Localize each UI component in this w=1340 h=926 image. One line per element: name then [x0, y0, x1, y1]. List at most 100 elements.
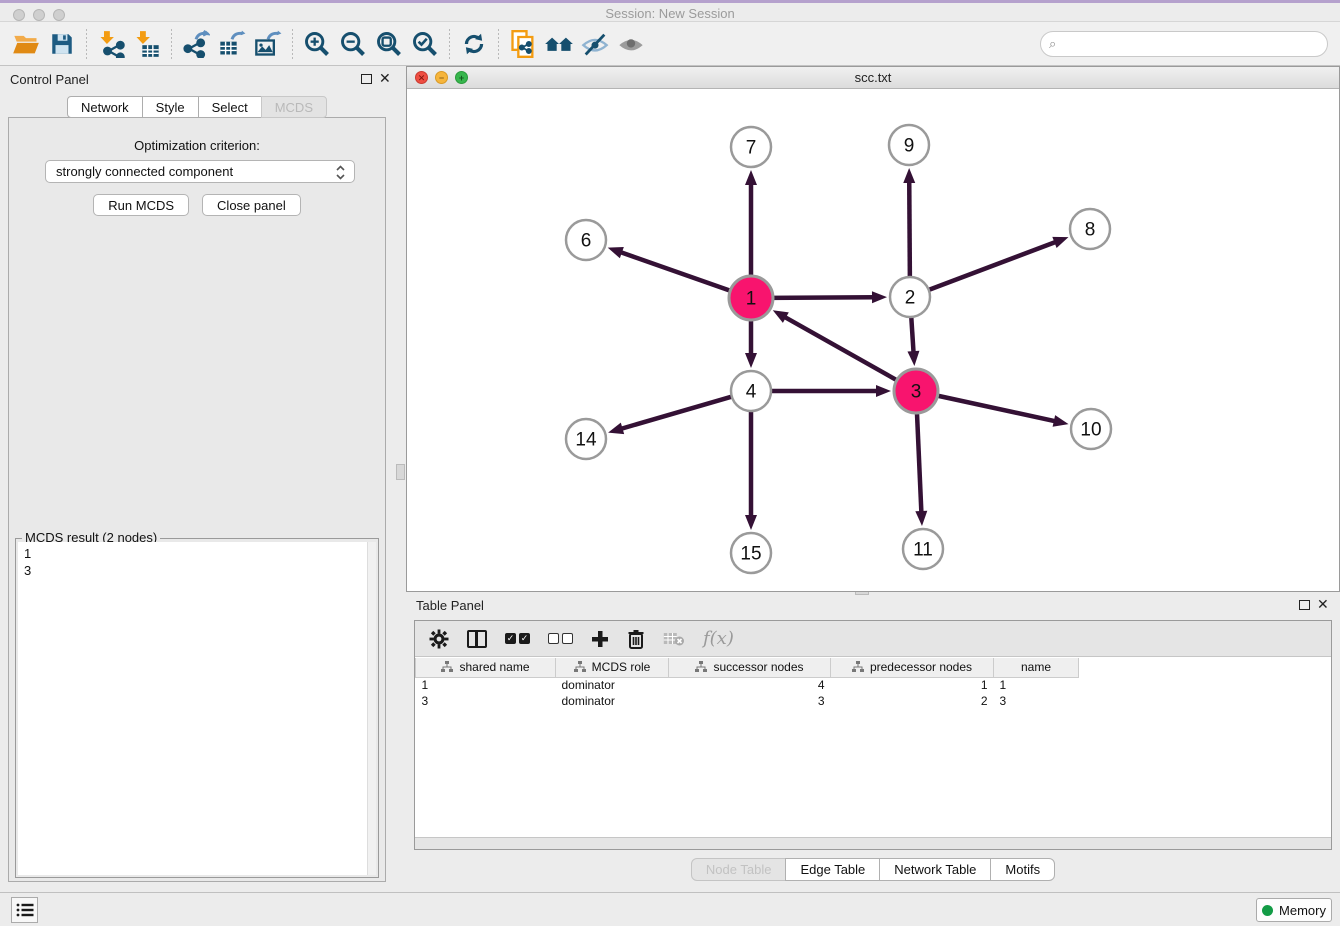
select-all-button[interactable]: ✓ ✓: [505, 627, 530, 651]
memory-button[interactable]: Memory: [1256, 898, 1332, 922]
zoom-fit-button[interactable]: [371, 26, 407, 62]
tab-style[interactable]: Style: [142, 96, 199, 118]
toolbar-separator: [171, 29, 172, 59]
close-panel-icon[interactable]: ✕: [1317, 596, 1329, 613]
cell-predecessor-nodes[interactable]: 2: [831, 693, 994, 709]
hide-selected-button[interactable]: [577, 26, 613, 62]
tab-motifs[interactable]: Motifs: [990, 858, 1055, 881]
copy-network-button[interactable]: [505, 26, 541, 62]
cell-name[interactable]: 1: [994, 677, 1079, 693]
table-row[interactable]: 1 dominator 4 1 1: [416, 677, 1079, 693]
result-scrollbar[interactable]: [367, 542, 376, 875]
graph-edge-1-6[interactable]: [619, 252, 732, 292]
export-network-button[interactable]: [178, 26, 214, 62]
cell-successor-nodes[interactable]: 3: [669, 693, 831, 709]
tab-network-table[interactable]: Network Table: [879, 858, 991, 881]
table-scrollbar-strip[interactable]: [415, 837, 1331, 849]
network-canvas[interactable]: 7968124314101511: [407, 89, 1339, 591]
graph-edge-2-3[interactable]: [911, 315, 913, 354]
delete-column-button[interactable]: [627, 627, 645, 651]
column-header-mcds-role[interactable]: MCDS role: [556, 658, 669, 677]
delete-table-button[interactable]: [663, 627, 685, 651]
result-line: 3: [24, 562, 361, 579]
network-window-titlebar[interactable]: ✕ − + scc.txt: [407, 67, 1339, 89]
tab-network[interactable]: Network: [67, 96, 143, 118]
table-panel-tabs: Node Table Edge Table Network Table Moti…: [406, 858, 1340, 881]
add-column-button[interactable]: [591, 627, 609, 651]
trash-icon: [627, 629, 645, 649]
tab-edge-table[interactable]: Edge Table: [785, 858, 880, 881]
open-session-button[interactable]: [8, 26, 44, 62]
mcds-result-textarea[interactable]: 1 3: [18, 542, 367, 875]
export-table-button[interactable]: [214, 26, 250, 62]
search-input[interactable]: [1040, 31, 1328, 57]
graph-edge-3-1[interactable]: [783, 316, 898, 381]
zoom-fit-icon: [375, 30, 403, 58]
tab-select[interactable]: Select: [198, 96, 262, 118]
optimization-criterion-label: Optimization criterion:: [9, 138, 385, 153]
float-panel-icon[interactable]: [1299, 600, 1310, 610]
graph-edge-arrow: [745, 515, 757, 530]
close-panel-icon[interactable]: ✕: [379, 70, 391, 87]
cell-shared-name[interactable]: 1: [416, 677, 556, 693]
column-header-predecessor-nodes[interactable]: predecessor nodes: [831, 658, 994, 677]
close-panel-button[interactable]: Close panel: [202, 194, 301, 216]
checkbox-unchecked-icon: [548, 633, 559, 644]
table-row[interactable]: 3 dominator 3 2 3: [416, 693, 1079, 709]
split-panel-button[interactable]: [467, 627, 487, 651]
graph-edge-4-14[interactable]: [620, 396, 734, 429]
zoom-selected-icon: [411, 30, 439, 58]
dropdown-chevrons-icon: [335, 164, 346, 181]
show-all-button[interactable]: [613, 26, 649, 62]
graph-edge-arrow: [903, 168, 915, 183]
refresh-view-button[interactable]: [456, 26, 492, 62]
float-panel-icon[interactable]: [361, 74, 372, 84]
zoom-out-button[interactable]: [335, 26, 371, 62]
toolbar-separator: [86, 29, 87, 59]
export-image-button[interactable]: [250, 26, 286, 62]
control-panel-titlebar: Control Panel ✕: [0, 66, 394, 93]
cell-shared-name[interactable]: 3: [416, 693, 556, 709]
graph-edge-2-8[interactable]: [927, 241, 1057, 290]
graph-edge-3-11[interactable]: [917, 411, 922, 514]
zoom-selected-button[interactable]: [407, 26, 443, 62]
graph-node-label-8: 8: [1085, 220, 1096, 241]
cell-mcds-role[interactable]: dominator: [556, 693, 669, 709]
graph-edge-1-2[interactable]: [771, 297, 875, 298]
cell-mcds-role[interactable]: dominator: [556, 677, 669, 693]
column-header-shared-name[interactable]: shared name: [416, 658, 556, 677]
criterion-dropdown[interactable]: strongly connected component: [45, 160, 355, 183]
homes-icon: [544, 30, 574, 58]
task-history-button[interactable]: [11, 897, 38, 923]
eye-slash-icon: [581, 30, 609, 58]
graph-edge-arrow: [745, 170, 757, 185]
cell-name[interactable]: 3: [994, 693, 1079, 709]
column-header-name[interactable]: name: [994, 658, 1079, 677]
checkbox-unchecked-icon: [562, 633, 573, 644]
import-table-button[interactable]: [129, 26, 165, 62]
import-table-icon: [133, 30, 161, 58]
save-session-button[interactable]: [44, 26, 80, 62]
graph-node-label-7: 7: [746, 138, 757, 159]
tab-mcds[interactable]: MCDS: [261, 96, 327, 118]
cell-predecessor-nodes[interactable]: 1: [831, 677, 994, 693]
graph-edge-2-9[interactable]: [909, 180, 910, 279]
function-builder-button[interactable]: f(x): [703, 628, 734, 649]
export-table-icon: [218, 30, 246, 58]
splitter-handle-vertical[interactable]: [396, 464, 405, 480]
main-toolbar: ⌕: [0, 22, 1340, 66]
run-mcds-button[interactable]: Run MCDS: [93, 194, 189, 216]
table-panel: Table Panel ✕: [406, 592, 1340, 892]
open-folder-icon: [12, 30, 40, 58]
tab-node-table[interactable]: Node Table: [691, 858, 787, 881]
graph-edge-3-10[interactable]: [936, 395, 1057, 421]
cell-successor-nodes[interactable]: 4: [669, 677, 831, 693]
import-network-button[interactable]: [93, 26, 129, 62]
deselect-all-button[interactable]: [548, 627, 573, 651]
home-views-button[interactable]: [541, 26, 577, 62]
eye-icon: [617, 30, 645, 58]
list-icon: [16, 902, 34, 918]
column-header-successor-nodes[interactable]: successor nodes: [669, 658, 831, 677]
settings-gear-button[interactable]: [429, 627, 449, 651]
zoom-in-button[interactable]: [299, 26, 335, 62]
